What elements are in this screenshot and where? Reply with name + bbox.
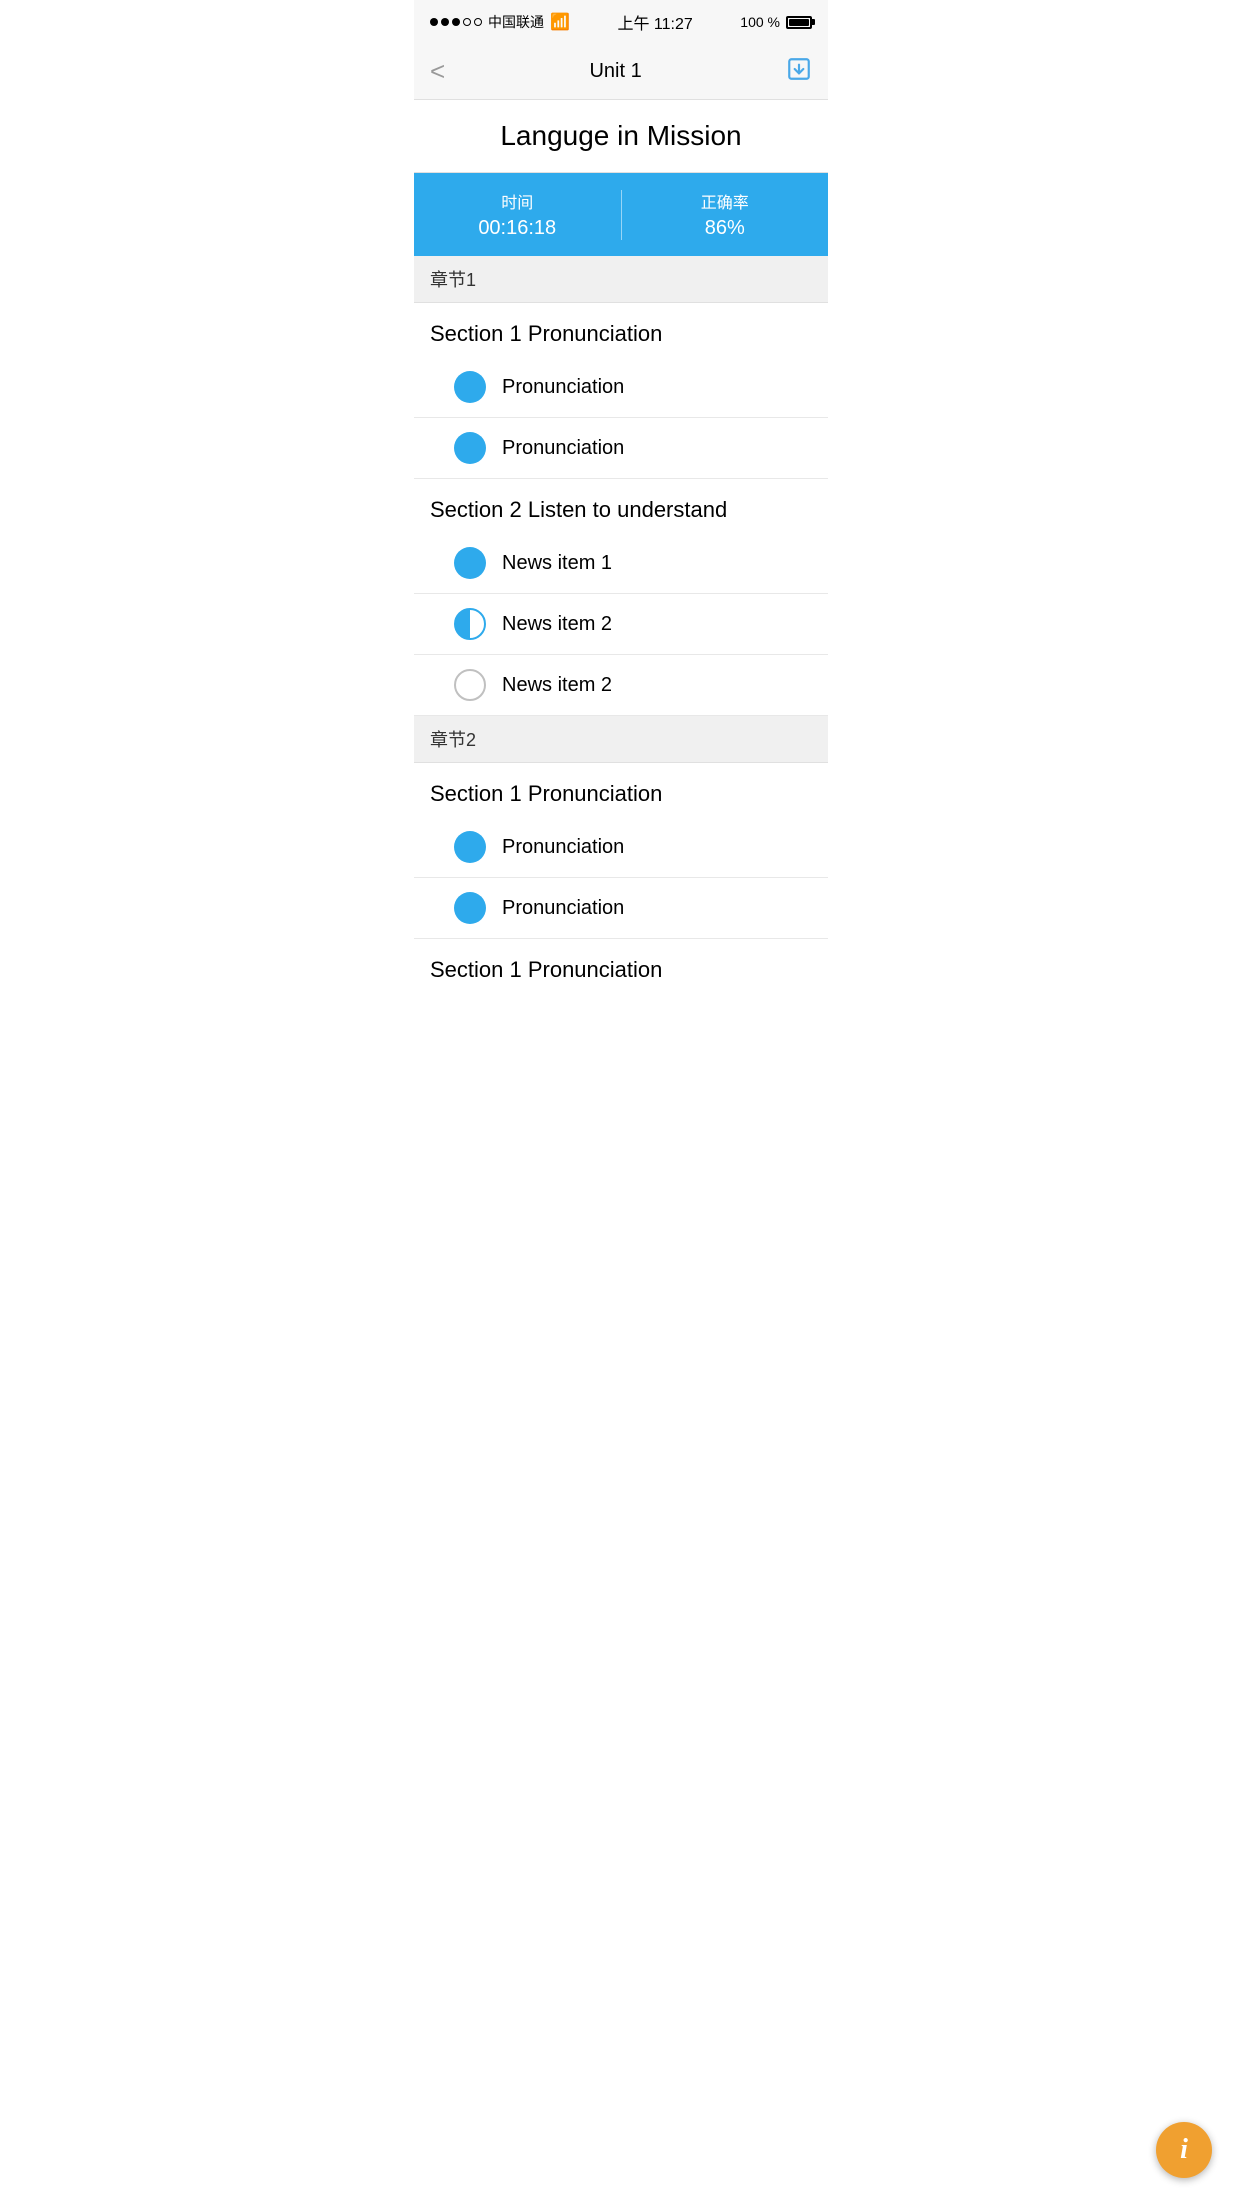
list-item-label: News item 2 [502, 613, 612, 636]
chapters-container: 章节1Section 1 PronunciationPronunciationP… [414, 256, 828, 993]
battery-icon [786, 16, 812, 29]
status-right: 100 % [740, 14, 812, 30]
page-title-section: Languge in Mission [414, 100, 828, 173]
time-value: 00:16:18 [414, 217, 621, 240]
section-title-1-2: Section 2 Listen to understand [414, 479, 828, 533]
progress-circle [454, 669, 486, 701]
nav-title: Unit 1 [589, 60, 641, 83]
signal-dot-1 [430, 18, 438, 26]
list-item-label: News item 1 [502, 552, 612, 575]
accuracy-label: 正确率 [622, 189, 829, 213]
list-item[interactable]: Pronunciation [414, 817, 828, 878]
list-item[interactable]: Pronunciation [414, 418, 828, 479]
section-title-1-1: Section 1 Pronunciation [414, 303, 828, 357]
accuracy-stat: 正确率 86% [622, 189, 829, 240]
progress-circle [454, 831, 486, 863]
section-title-2-1: Section 1 Pronunciation [414, 763, 828, 817]
list-item-label: News item 2 [502, 674, 612, 697]
progress-circle [454, 892, 486, 924]
signal-indicator [430, 18, 482, 26]
progress-circle [454, 547, 486, 579]
signal-dot-3 [452, 18, 460, 26]
list-item[interactable]: News item 2 [414, 594, 828, 655]
page-title: Languge in Mission [430, 120, 812, 152]
wifi-icon: 📶 [550, 12, 570, 32]
list-item-label: Pronunciation [502, 437, 624, 460]
signal-dot-5 [474, 18, 482, 26]
status-left: 中国联通 📶 [430, 12, 570, 32]
section-title-2-2: Section 1 Pronunciation [414, 939, 828, 993]
chapter-header-1: 章节1 [414, 256, 828, 303]
download-button[interactable] [786, 56, 812, 88]
back-button[interactable]: < [430, 56, 445, 87]
progress-circle [454, 371, 486, 403]
carrier-name: 中国联通 [488, 12, 544, 32]
signal-dot-2 [441, 18, 449, 26]
list-item-label: Pronunciation [502, 376, 624, 399]
battery-percentage: 100 % [740, 14, 780, 30]
status-time: 上午 11:27 [617, 10, 692, 34]
signal-dot-4 [463, 18, 471, 26]
list-item[interactable]: News item 2 [414, 655, 828, 716]
info-button[interactable]: i [1156, 2122, 1212, 2178]
progress-circle [454, 432, 486, 464]
list-item-label: Pronunciation [502, 836, 624, 859]
time-label: 时间 [414, 189, 621, 213]
list-item[interactable]: Pronunciation [414, 357, 828, 418]
stats-banner: 时间 00:16:18 正确率 86% [414, 173, 828, 256]
status-bar: 中国联通 📶 上午 11:27 100 % [414, 0, 828, 44]
info-icon: i [1180, 2136, 1188, 2164]
list-item-label: Pronunciation [502, 897, 624, 920]
chapter-header-2: 章节2 [414, 716, 828, 763]
list-item[interactable]: Pronunciation [414, 878, 828, 939]
back-chevron-icon: < [430, 56, 445, 87]
download-icon [786, 56, 812, 82]
list-item[interactable]: News item 1 [414, 533, 828, 594]
accuracy-value: 86% [622, 217, 829, 240]
time-stat: 时间 00:16:18 [414, 189, 621, 240]
nav-bar: < Unit 1 [414, 44, 828, 100]
progress-circle [454, 608, 486, 640]
